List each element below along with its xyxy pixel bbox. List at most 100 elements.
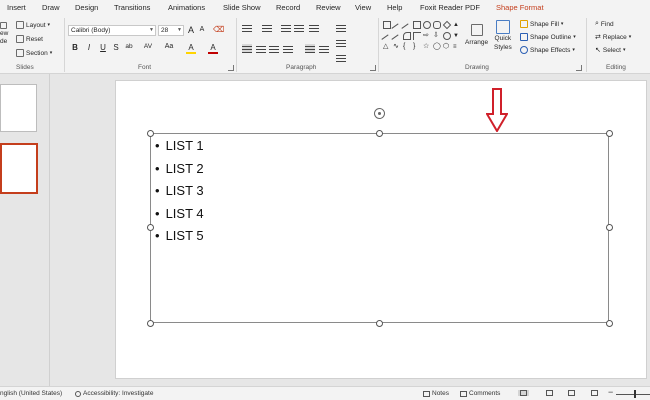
slide-thumbnail-pane[interactable] [0,74,50,386]
tab-shape-format[interactable]: Shape Format [496,3,544,12]
resize-handle-bottom-right[interactable] [606,320,613,327]
tab-foxit-reader-pdf[interactable]: Foxit Reader PDF [420,3,480,12]
resize-handle-right[interactable] [606,224,613,231]
drawing-dialog-launcher-icon[interactable] [576,65,582,71]
list-item[interactable]: LIST 4 [155,203,204,226]
tab-slide-show[interactable]: Slide Show [223,3,261,12]
clear-formatting-icon[interactable]: ⌫ [213,25,224,34]
shapes-scroll-down-icon[interactable]: ▼ [453,32,461,40]
tab-draw[interactable]: Draw [42,3,60,12]
resize-handle-top-left[interactable] [147,130,154,137]
text-shadow-button[interactable]: ab [124,43,134,50]
font-dialog-launcher-icon[interactable] [228,65,234,71]
quick-styles-button[interactable]: Quick Styles [494,20,512,52]
section-button[interactable]: Section ▾ [16,49,52,57]
rectangle-shape-icon[interactable] [413,21,421,29]
tab-review[interactable]: Review [316,3,341,12]
layout-button[interactable]: Layout ▾ [16,21,50,29]
brace-right-shape-icon[interactable]: } [413,43,421,51]
grow-font-button[interactable]: A [186,25,196,35]
new-slide-button[interactable]: ew de [0,22,8,45]
diamond-shape-icon[interactable] [442,20,452,30]
line-shape-icon[interactable] [391,23,403,35]
callout-shape-icon[interactable]: ◯ [433,43,441,51]
tab-record[interactable]: Record [276,3,300,12]
list-item[interactable]: LIST 3 [155,180,204,203]
align-right-button[interactable] [269,44,279,53]
tab-insert[interactable]: Insert [7,3,26,12]
shape-effects-button[interactable]: Shape Effects ▾ [520,46,575,54]
notes-button[interactable]: Notes [423,390,449,397]
replace-button[interactable]: ⇄ Replace ▾ [595,33,631,42]
increase-indent-button[interactable] [294,23,304,32]
right-arrow-shape-icon[interactable]: ⇨ [423,32,431,40]
highlight-color-button[interactable]: A [186,43,196,54]
align-left-button[interactable] [242,44,252,53]
paragraph-direction-button[interactable] [319,44,329,53]
resize-handle-bottom[interactable] [376,320,383,327]
list-item[interactable]: LIST 1 [155,135,204,158]
zoom-out-button[interactable]: − [608,387,613,397]
change-case-button[interactable]: Aa [162,43,176,50]
resize-handle-left[interactable] [147,224,154,231]
columns-button[interactable] [305,44,315,53]
resize-handle-bottom-left[interactable] [147,320,154,327]
slide-show-button[interactable] [591,390,598,396]
line-spacing-button[interactable] [309,23,319,32]
star-shape-icon[interactable]: ☆ [423,43,431,51]
bullet-list[interactable]: LIST 1 LIST 2 LIST 3 LIST 4 LIST 5 [155,135,204,248]
align-text-button[interactable] [336,38,346,47]
resize-handle-top[interactable] [376,130,383,137]
text-direction-button[interactable] [336,23,346,32]
decrease-indent-button[interactable] [281,23,291,32]
align-center-button[interactable] [256,44,266,53]
normal-view-button[interactable] [518,390,529,396]
tab-design[interactable]: Design [75,3,98,12]
rotate-handle-icon[interactable] [374,108,385,119]
character-spacing-button[interactable]: AV [141,43,155,50]
circle-shape-icon[interactable] [443,32,451,40]
underline-button[interactable]: U [98,43,108,52]
italic-button[interactable]: I [84,43,94,52]
textbox-shape-icon[interactable] [383,21,391,29]
paragraph-dialog-launcher-icon[interactable] [370,65,376,71]
rounded-rectangle-shape-icon[interactable] [433,21,441,29]
list-item[interactable]: LIST 2 [155,158,204,181]
shrink-font-button[interactable]: A [197,26,207,33]
font-color-button[interactable]: A [208,43,218,54]
slide-thumbnail-selected[interactable] [0,143,38,194]
slide-sorter-button[interactable] [546,390,553,396]
bold-button[interactable]: B [70,43,80,52]
down-arrow-shape-icon[interactable]: ⇩ [433,32,441,40]
shapes-more-icon[interactable]: ≡ [453,43,461,51]
zoom-slider-thumb[interactable] [634,390,636,398]
strikethrough-button[interactable]: S [111,43,121,52]
bullets-button[interactable] [242,23,252,32]
tab-transitions[interactable]: Transitions [114,3,150,12]
comments-button[interactable]: Comments [460,390,500,397]
accessibility-status[interactable]: Accessibility: Investigate [75,390,153,397]
shapes-scroll-up-icon[interactable]: ▲ [453,21,461,29]
list-item[interactable]: LIST 5 [155,225,204,248]
shape-outline-button[interactable]: Shape Outline ▾ [520,33,576,41]
reset-button[interactable]: Reset [16,35,43,43]
arrange-button[interactable]: Arrange [465,24,488,46]
hexagon-shape-icon[interactable]: ⬡ [443,43,451,51]
convert-to-smartart-button[interactable] [336,53,346,62]
slide-thumbnail[interactable] [0,84,37,132]
font-size-combo[interactable]: 28 ▼ [158,25,184,36]
tab-view[interactable]: View [355,3,371,12]
brace-left-shape-icon[interactable]: { [403,43,411,51]
find-button[interactable]: ⌕ Find [595,20,614,28]
text-placeholder[interactable] [150,133,609,323]
language-status[interactable]: nglish (United States) [0,390,62,397]
font-name-combo[interactable]: Calibri (Body) ▼ [68,25,156,36]
tab-animations[interactable]: Animations [168,3,205,12]
select-button[interactable]: ↖ Select ▾ [595,46,625,55]
shape-fill-button[interactable]: Shape Fill ▾ [520,20,563,28]
tab-help[interactable]: Help [387,3,402,12]
justify-button[interactable] [283,44,293,53]
reading-view-button[interactable] [568,390,575,396]
shapes-gallery[interactable]: ▲ ⇨ ⇩ ▼ △ ∿ { } ☆ ◯ ⬡ ≡ [381,20,462,54]
zoom-slider[interactable] [616,394,650,395]
